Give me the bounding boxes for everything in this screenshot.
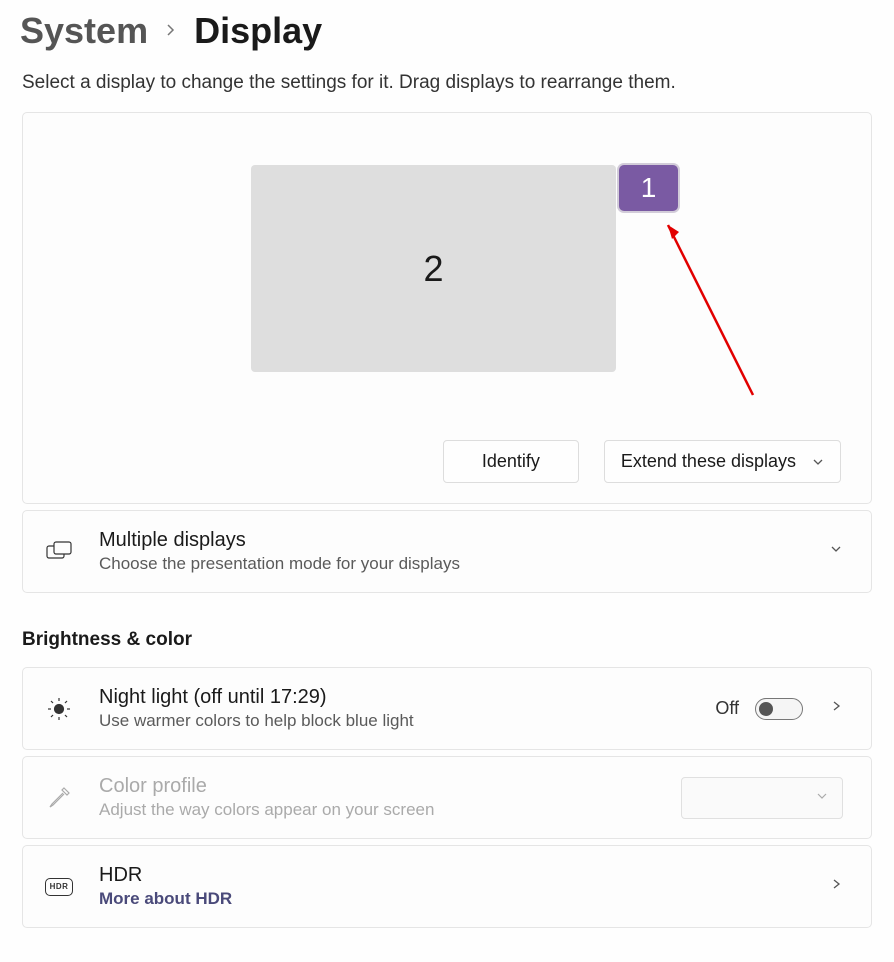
night-light-row[interactable]: Night light (off until 17:29) Use warmer… <box>22 667 872 750</box>
night-light-title: Night light (off until 17:29) <box>99 686 689 709</box>
page-subtitle: Select a display to change the settings … <box>0 72 894 112</box>
chevron-right-icon <box>829 877 843 896</box>
display-mode-select-label: Extend these displays <box>621 451 796 472</box>
chevron-down-icon <box>812 456 824 468</box>
display-arrangement-area[interactable]: 2 1 <box>43 165 851 435</box>
multiple-displays-icon <box>45 538 73 566</box>
multiple-displays-subtitle: Choose the presentation mode for your di… <box>99 554 803 574</box>
page-title: Display <box>194 10 322 52</box>
chevron-down-icon <box>829 542 843 561</box>
chevron-right-icon <box>829 699 843 718</box>
hdr-title: HDR <box>99 864 793 887</box>
multiple-displays-title: Multiple displays <box>99 529 803 552</box>
section-brightness-color: Brightness & color <box>0 599 894 667</box>
chevron-down-icon <box>816 789 828 807</box>
chevron-right-icon <box>164 20 178 43</box>
color-profile-title: Color profile <box>99 775 655 798</box>
sun-icon <box>45 695 73 723</box>
display-mode-select[interactable]: Extend these displays <box>604 440 841 483</box>
breadcrumb: System Display <box>0 0 894 72</box>
annotation-arrow <box>658 215 778 415</box>
display-monitor-1[interactable]: 1 <box>619 165 678 211</box>
display-monitor-2[interactable]: 2 <box>251 165 616 372</box>
hdr-more-link[interactable]: More about HDR <box>99 889 793 909</box>
night-light-subtitle: Use warmer colors to help block blue lig… <box>99 711 689 731</box>
night-light-toggle-label: Off <box>715 698 739 719</box>
eyedropper-icon <box>45 784 73 812</box>
color-profile-subtitle: Adjust the way colors appear on your scr… <box>99 800 655 820</box>
identify-button[interactable]: Identify <box>443 440 579 483</box>
night-light-toggle[interactable] <box>755 698 803 720</box>
multiple-displays-row[interactable]: Multiple displays Choose the presentatio… <box>22 510 872 593</box>
color-profile-select[interactable] <box>681 777 843 819</box>
color-profile-row: Color profile Adjust the way colors appe… <box>22 756 872 839</box>
display-arrangement-card: 2 1 Identify Extend these displays <box>22 112 872 504</box>
hdr-icon: HDR <box>45 873 73 901</box>
hdr-row[interactable]: HDR HDR More about HDR <box>22 845 872 928</box>
breadcrumb-parent[interactable]: System <box>20 10 148 52</box>
